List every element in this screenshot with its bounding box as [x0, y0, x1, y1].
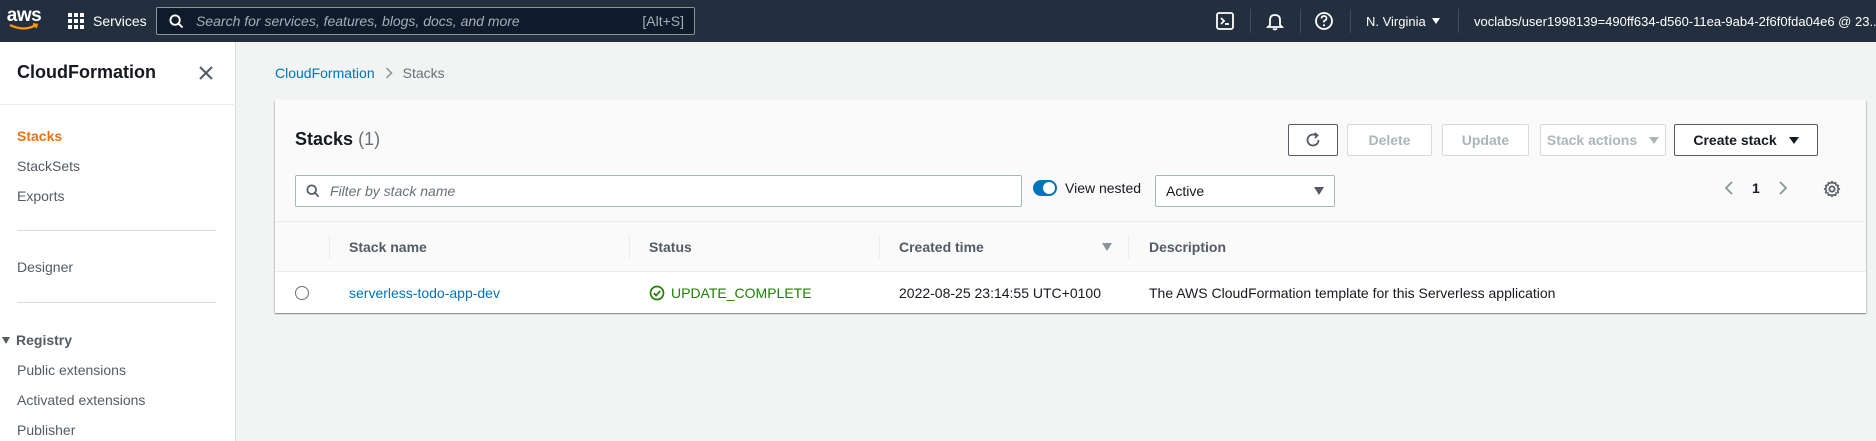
region-selector[interactable]: N. Virginia [1366, 0, 1440, 42]
caret-down-icon [1431, 18, 1440, 24]
close-icon[interactable] [197, 64, 215, 82]
gear-icon[interactable] [1823, 180, 1841, 198]
cloudshell-icon[interactable] [1214, 10, 1236, 32]
top-navigation: aws Services Search for services, featur… [0, 0, 1876, 42]
search-shortcut-hint: [Alt+S] [642, 13, 684, 29]
nav-divider [1250, 9, 1251, 33]
search-icon [306, 184, 320, 198]
column-divider [629, 235, 630, 259]
sidebar-item-public-extensions[interactable]: Public extensions [17, 362, 126, 378]
breadcrumb-current: Stacks [402, 65, 445, 81]
sidebar-item-stacks[interactable]: Stacks [17, 128, 62, 144]
stack-status: UPDATE_COMPLETE [649, 272, 812, 313]
sidebar-item-exports[interactable]: Exports [17, 188, 64, 204]
stack-created-time: 2022-08-25 23:14:55 UTC+0100 [899, 284, 1101, 301]
caret-down-icon [1314, 187, 1324, 195]
registry-section-toggle[interactable]: Registry [0, 332, 72, 348]
services-menu-button[interactable]: Services [68, 0, 147, 42]
account-menu[interactable]: voclabs/user1998139=490ff634-d560-11ea-9… [1474, 0, 1876, 42]
registry-label: Registry [16, 332, 73, 348]
sidebar-item-stacksets[interactable]: StackSets [17, 158, 80, 174]
stacks-table-panel: Stacks (1) Delete Update Stack actions C… [275, 100, 1866, 313]
toggle-switch[interactable] [1033, 180, 1057, 196]
view-nested-toggle[interactable]: View nested [1033, 180, 1141, 196]
filter-by-stack-name-field[interactable] [295, 175, 1022, 207]
pagination: 1 [1724, 180, 1788, 196]
column-header-created-time[interactable]: Created time [899, 222, 984, 272]
current-page-number[interactable]: 1 [1752, 180, 1760, 196]
account-label: voclabs/user1998139=490ff634-d560-11ea-9… [1474, 13, 1876, 29]
nav-divider [1458, 9, 1459, 33]
refresh-button[interactable] [1288, 124, 1338, 156]
divider [17, 230, 216, 231]
aws-smile-icon [9, 23, 39, 30]
search-icon [169, 13, 184, 28]
aws-logo-text: aws [6, 5, 42, 26]
column-divider [879, 235, 880, 259]
stacks-title-text: Stacks [295, 129, 354, 149]
chevron-left-icon[interactable] [1724, 180, 1734, 196]
delete-button[interactable]: Delete [1347, 124, 1432, 156]
services-grid-icon [68, 12, 85, 30]
column-divider [329, 235, 330, 259]
success-check-icon [649, 285, 665, 300]
stacks-count: (1) [358, 129, 381, 149]
table-header: Stack name Status Created time Descripti… [275, 222, 1866, 272]
side-navigation: CloudFormation Stacks StackSets Exports … [0, 42, 236, 441]
sidebar-item-activated-extensions[interactable]: Activated extensions [17, 392, 145, 408]
status-filter-select[interactable]: Active [1155, 175, 1335, 207]
column-divider [1128, 235, 1129, 259]
caret-down-icon [1649, 136, 1660, 144]
nav-divider [1300, 9, 1301, 33]
filter-input[interactable] [330, 183, 1010, 199]
column-header-status[interactable]: Status [649, 222, 692, 272]
table-row: serverless-todo-app-dev UPDATE_COMPLETE … [275, 272, 1866, 313]
services-label: Services [93, 13, 147, 29]
bell-icon[interactable] [1264, 10, 1286, 32]
help-icon[interactable] [1313, 10, 1335, 32]
sidebar-item-publisher[interactable]: Publisher [17, 422, 75, 438]
stack-status-text: UPDATE_COMPLETE [671, 284, 812, 301]
caret-down-icon [1788, 136, 1799, 144]
sort-descending-icon[interactable] [1102, 243, 1112, 251]
region-label: N. Virginia [1366, 13, 1426, 29]
status-filter-value: Active [1166, 183, 1205, 199]
sidebar-item-designer[interactable]: Designer [17, 259, 73, 275]
chevron-right-icon [385, 67, 393, 79]
stack-actions-button[interactable]: Stack actions [1540, 124, 1666, 156]
view-nested-label: View nested [1065, 180, 1142, 196]
search-placeholder: Search for services, features, blogs, do… [196, 13, 520, 29]
stack-description: The AWS CloudFormation template for this… [1149, 284, 1556, 301]
caret-down-icon [2, 336, 10, 344]
divider [0, 104, 236, 105]
stacks-title: Stacks (1) [295, 129, 380, 150]
stack-name-link[interactable]: serverless-todo-app-dev [349, 272, 500, 313]
column-header-stack-name[interactable]: Stack name [349, 222, 427, 272]
row-select-radio[interactable] [295, 286, 309, 300]
breadcrumb: CloudFormation Stacks [275, 65, 445, 81]
chevron-right-icon[interactable] [1778, 180, 1788, 196]
stacks-panel-header: Stacks (1) Delete Update Stack actions C… [275, 100, 1866, 222]
divider [17, 302, 216, 303]
breadcrumb-cloudformation-link[interactable]: CloudFormation [275, 65, 375, 81]
create-stack-button[interactable]: Create stack [1674, 124, 1818, 156]
stack-actions-label: Stack actions [1546, 132, 1638, 148]
nav-divider [1350, 9, 1351, 33]
create-stack-label: Create stack [1693, 132, 1777, 148]
column-header-description[interactable]: Description [1149, 222, 1226, 272]
update-button[interactable]: Update [1442, 124, 1529, 156]
service-title[interactable]: CloudFormation [17, 62, 156, 83]
refresh-icon [1306, 132, 1320, 147]
aws-logo[interactable]: aws [0, 0, 48, 42]
global-search-input[interactable]: Search for services, features, blogs, do… [156, 7, 695, 35]
